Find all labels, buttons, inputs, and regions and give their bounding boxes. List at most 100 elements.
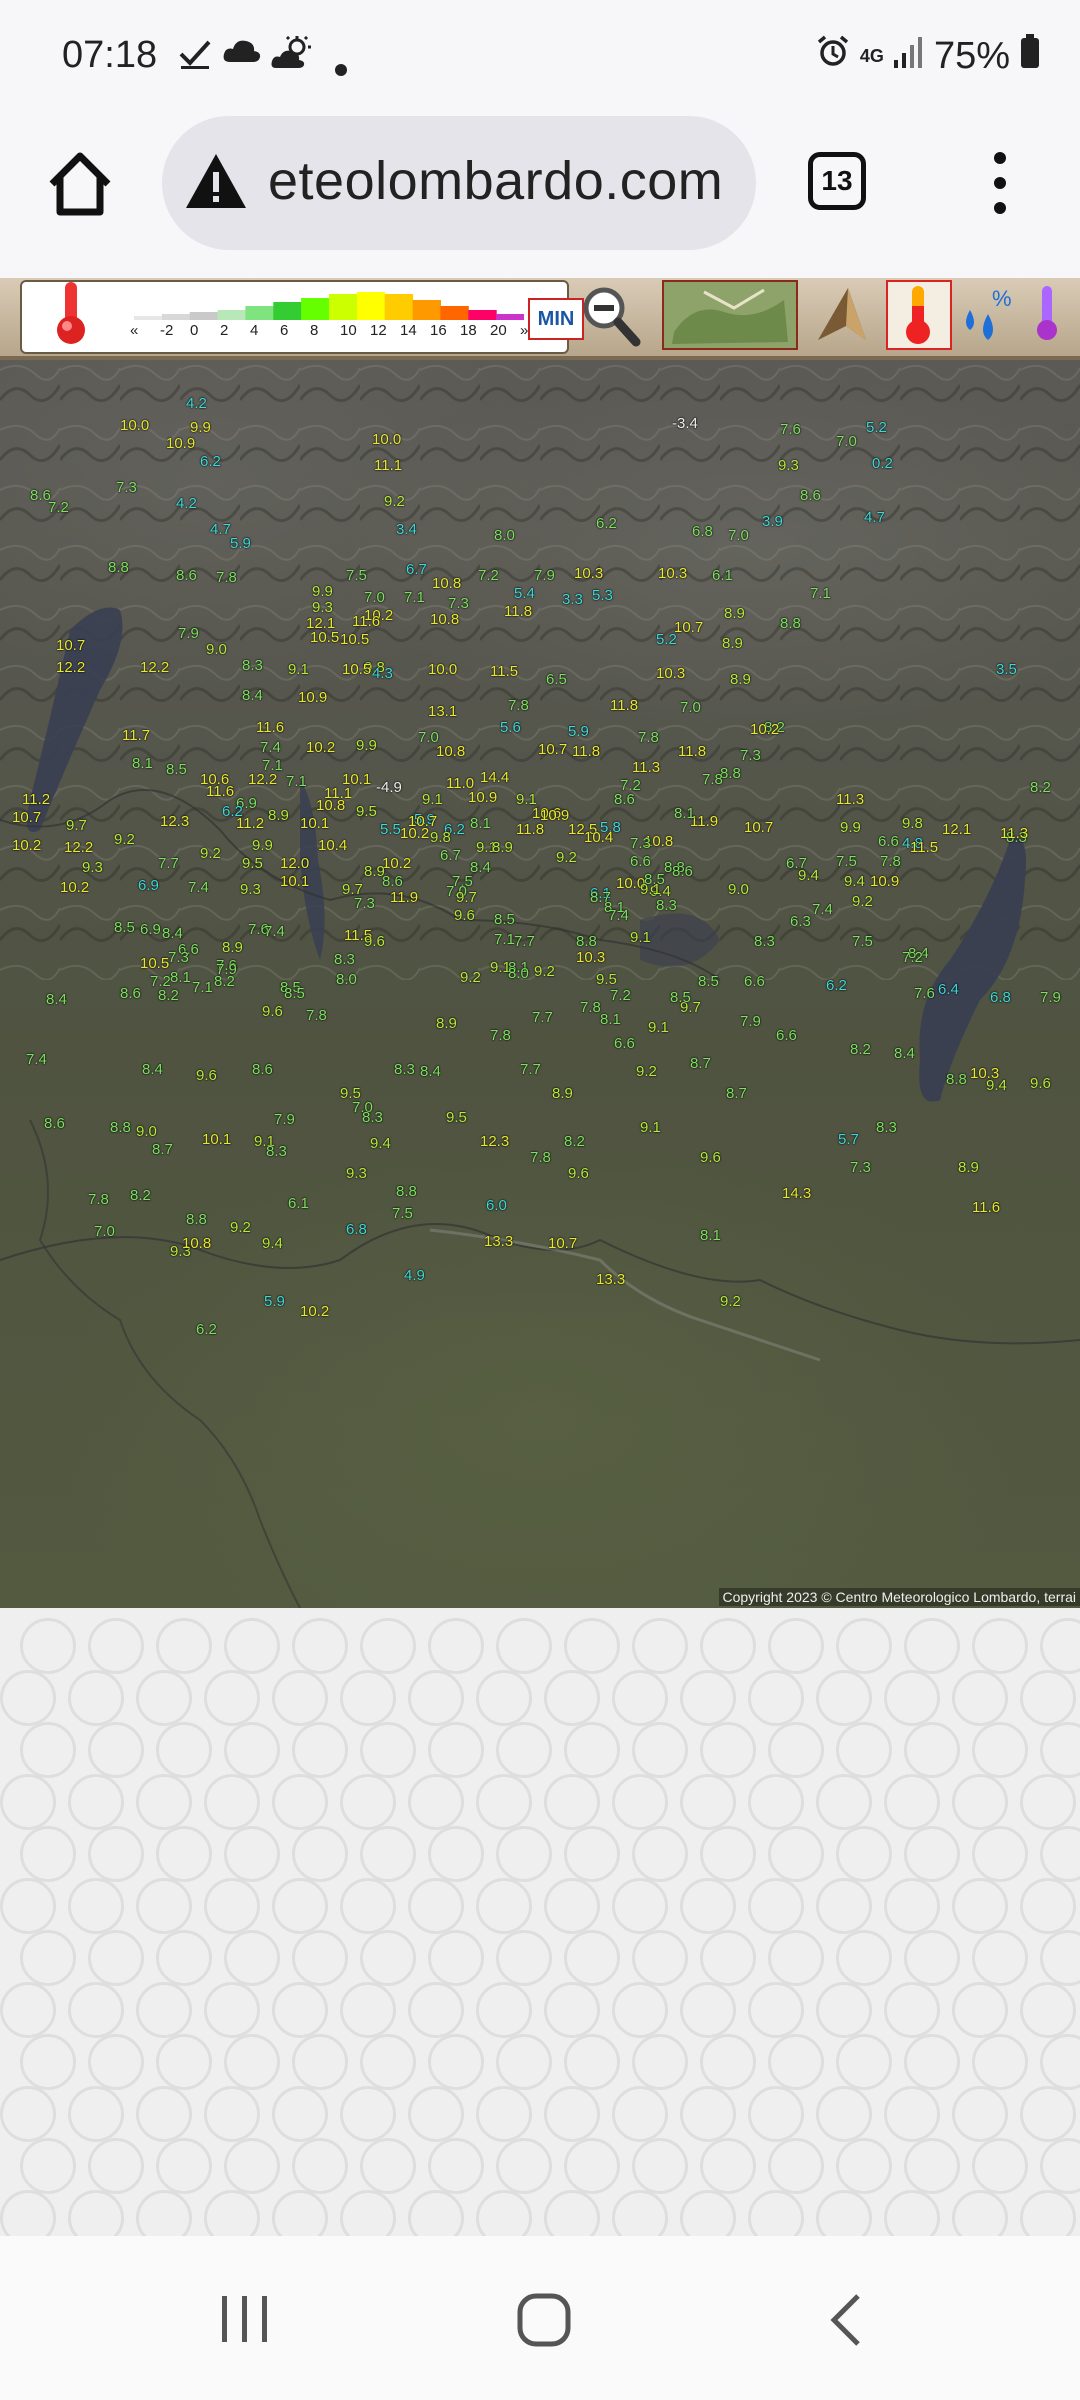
navigate-icon[interactable] bbox=[808, 280, 878, 350]
temperature-label: 4.7 bbox=[864, 509, 885, 526]
pattern-mark bbox=[836, 2138, 892, 2194]
temperature-label: 8.3 bbox=[362, 1109, 383, 1126]
back-icon[interactable] bbox=[824, 2292, 868, 2353]
temperature-label: 7.9 bbox=[740, 1013, 761, 1030]
temperature-label: 7.6 bbox=[914, 985, 935, 1002]
pattern-mark bbox=[972, 1722, 1028, 1778]
temperature-label: 7.9 bbox=[178, 625, 199, 642]
pattern-mark bbox=[496, 1930, 552, 1986]
temperature-label: 8.7 bbox=[690, 1055, 711, 1072]
temperature-label: 8.1 bbox=[674, 805, 695, 822]
pattern-mark bbox=[836, 2034, 892, 2090]
temperature-label: 7.0 bbox=[364, 589, 385, 606]
temperature-label: 8.9 bbox=[364, 863, 385, 880]
pattern-mark bbox=[204, 1774, 260, 1830]
temperature-label: 9.4 bbox=[370, 1135, 391, 1152]
temperature-label: 10.8 bbox=[182, 1235, 212, 1252]
temperature-label: 9.1 bbox=[422, 791, 443, 808]
svg-text:%: % bbox=[992, 286, 1012, 311]
pattern-mark bbox=[768, 2138, 824, 2194]
pattern-mark bbox=[360, 2138, 416, 2194]
temperature-label: 9.0 bbox=[728, 881, 749, 898]
temperature-label: 9.7 bbox=[456, 889, 477, 906]
temperature-label: 10.5 bbox=[342, 661, 372, 678]
temperature-label: 10.3 bbox=[574, 565, 604, 582]
pattern-mark bbox=[224, 1618, 280, 1674]
temperature-label: 8.9 bbox=[492, 839, 513, 856]
temperature-label: 10.7 bbox=[548, 1235, 578, 1252]
temperature-label: 8.6 bbox=[252, 1061, 273, 1078]
home-icon[interactable] bbox=[44, 148, 116, 220]
scale-swatch bbox=[161, 314, 191, 320]
pattern-mark bbox=[476, 2086, 532, 2142]
temperature-label: 10.7 bbox=[674, 619, 704, 636]
address-bar[interactable]: eteolombardo.com bbox=[162, 116, 756, 250]
map-thumbnail-icon[interactable] bbox=[662, 280, 798, 350]
temperature-label: 8.5 bbox=[284, 985, 305, 1002]
pattern-mark bbox=[340, 2086, 396, 2142]
pattern-mark bbox=[292, 1618, 348, 1674]
temperature-label: 7.9 bbox=[534, 567, 555, 584]
scale-label: 16 bbox=[430, 322, 447, 339]
pattern-mark bbox=[632, 1722, 688, 1778]
pattern-mark bbox=[292, 1722, 348, 1778]
pattern-mark bbox=[272, 2190, 328, 2236]
temperature-label: 8.3 bbox=[334, 951, 355, 968]
pattern-mark bbox=[272, 1774, 328, 1830]
temperature-map[interactable]: 4.2 10.0 9.9 10.9 6.2 10.0 11.1 -3.4 7.6 5.2 7.0 9.… bbox=[0, 360, 1080, 1608]
pattern-mark bbox=[476, 1670, 532, 1726]
pattern-mark bbox=[360, 1618, 416, 1674]
pattern-mark bbox=[564, 1826, 620, 1882]
pattern-mark bbox=[884, 1982, 940, 2038]
pattern-mark bbox=[816, 1878, 872, 1934]
temperature-label: 5.2 bbox=[656, 631, 677, 648]
pattern-mark bbox=[1040, 2138, 1080, 2194]
pattern-mark bbox=[1020, 1670, 1076, 1726]
pattern-mark bbox=[544, 1878, 600, 1934]
temperature-label: 10.7 bbox=[12, 809, 42, 826]
page-background bbox=[0, 1608, 1080, 2236]
temperature-label: 10.2 bbox=[400, 825, 430, 842]
temperature-label: 8.2 bbox=[564, 1133, 585, 1150]
pattern-mark bbox=[748, 1774, 804, 1830]
temperature-label: 11.5 bbox=[490, 663, 519, 680]
zoom-out-icon[interactable] bbox=[574, 280, 650, 350]
tabs-icon[interactable]: 13 bbox=[808, 152, 866, 210]
warning-icon[interactable] bbox=[184, 150, 248, 214]
scale-label: 12 bbox=[370, 322, 387, 339]
copyright-text: Copyright 2023 © Centro Meteorologico Lo… bbox=[718, 1588, 1080, 1606]
pattern-mark bbox=[136, 1774, 192, 1830]
temperature-icon[interactable] bbox=[886, 280, 952, 350]
temperature-label: 6.1 bbox=[712, 567, 733, 584]
pattern-mark bbox=[952, 2190, 1008, 2236]
temperature-label: 9.9 bbox=[190, 419, 211, 436]
temperature-label: 7.1 bbox=[286, 773, 307, 790]
temperature-label: 12.3 bbox=[480, 1133, 510, 1150]
url-text[interactable]: eteolombardo.com bbox=[268, 150, 723, 212]
home-circle-icon[interactable] bbox=[516, 2292, 572, 2353]
temperature-label: 7.3 bbox=[116, 479, 137, 496]
temperature-label: 8.4 bbox=[894, 1045, 915, 1062]
pattern-mark bbox=[340, 1982, 396, 2038]
temperature-label: 10.3 bbox=[576, 949, 606, 966]
thermometer-alt-icon[interactable] bbox=[1024, 280, 1080, 350]
recent-apps-icon[interactable] bbox=[218, 2292, 272, 2351]
humidity-icon[interactable]: % bbox=[958, 280, 1018, 350]
temperature-label: 4.9 bbox=[404, 1267, 425, 1284]
thermometer-icon[interactable] bbox=[46, 282, 96, 348]
pattern-mark bbox=[224, 1722, 280, 1778]
menu-icon[interactable] bbox=[990, 152, 1010, 216]
scale-swatch bbox=[440, 306, 469, 320]
temperature-legend: «-2 0 2 4 6 8 10 12 14 16 18 20» MIN bbox=[20, 280, 584, 354]
temperature-label: 11.6 bbox=[972, 1199, 1001, 1216]
temperature-label: 8.3 bbox=[656, 897, 677, 914]
pattern-mark bbox=[88, 1618, 144, 1674]
pattern-mark bbox=[0, 1982, 56, 2038]
temperature-label: 7.4 bbox=[26, 1051, 47, 1068]
temperature-label: 7.7 bbox=[158, 855, 179, 872]
temperature-label: 8.5 bbox=[114, 919, 135, 936]
pattern-mark bbox=[272, 1670, 328, 1726]
temperature-label: 11.8 bbox=[516, 821, 545, 838]
temperature-label: 10.9 bbox=[298, 689, 328, 706]
temperature-label: 5.9 bbox=[568, 723, 589, 740]
